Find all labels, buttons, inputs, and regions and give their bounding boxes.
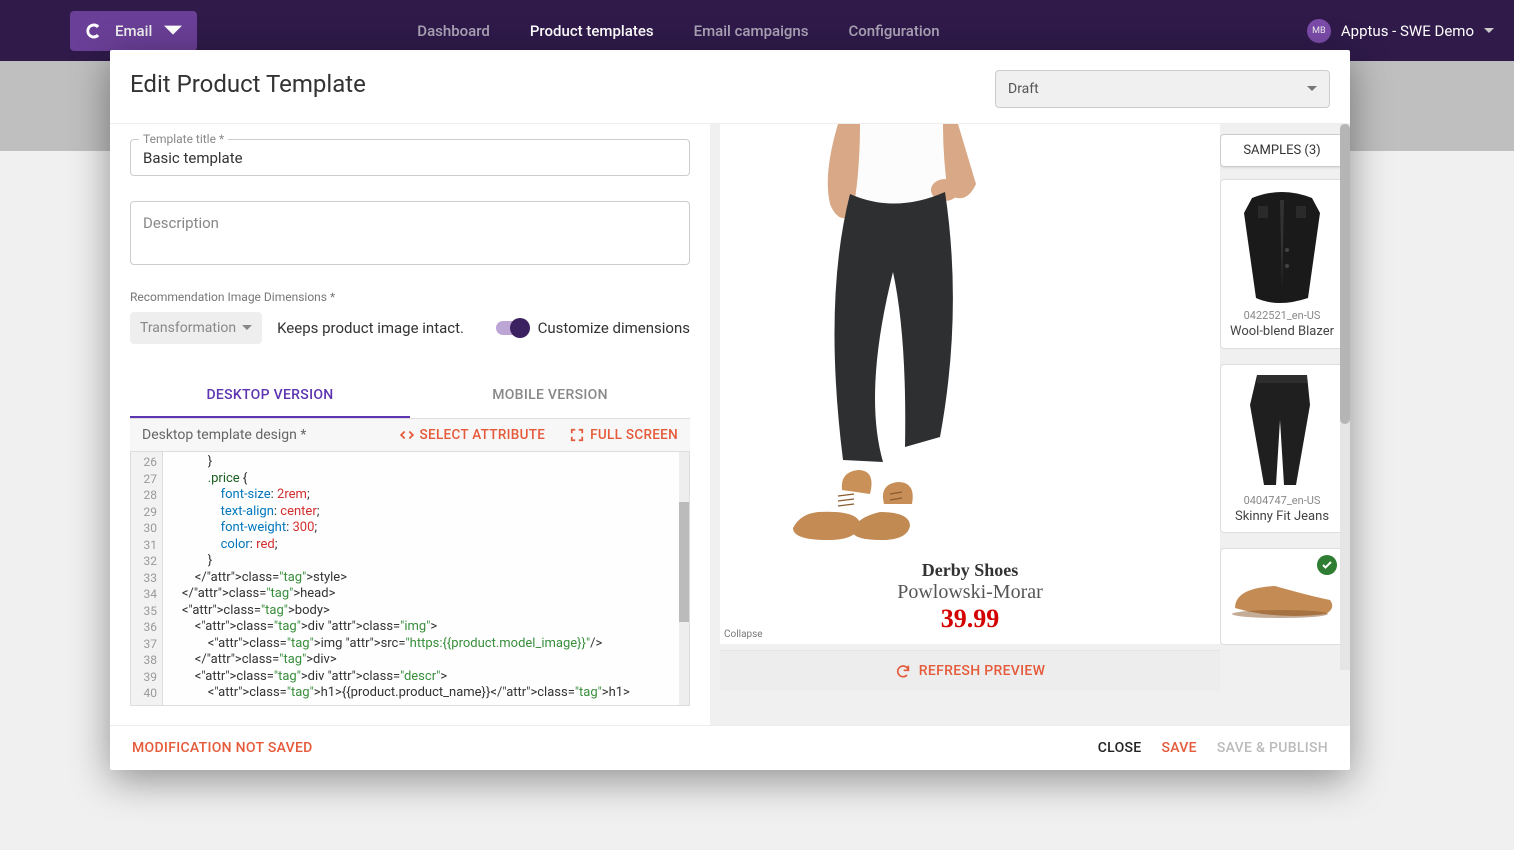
preview-card: Derby Shoes Powlowski-Morar 39.99 Collap… — [720, 124, 1220, 644]
dimensions-row: Transformation Keeps product image intac… — [130, 312, 690, 344]
sample-name: Wool-blend Blazer — [1224, 324, 1340, 340]
sample-item-jeans[interactable]: 0404747_en-US Skinny Fit Jeans — [1220, 364, 1344, 534]
samples-button[interactable]: SAMPLES (3) — [1220, 134, 1344, 167]
chevron-down-icon — [242, 323, 252, 333]
customize-toggle[interactable]: Customize dimensions — [496, 319, 690, 337]
code-scrollbar[interactable] — [679, 452, 689, 705]
title-input[interactable] — [143, 149, 677, 167]
samples-panel: SAMPLES (3) 0422521_en-US Wool-blend Bla… — [1220, 124, 1350, 725]
brand-dropdown[interactable]: Email — [70, 11, 197, 51]
brand-label: Email — [115, 22, 152, 40]
description-input[interactable] — [143, 214, 677, 258]
transformation-dropdown[interactable]: Transformation — [130, 312, 262, 344]
title-label: Template title * — [139, 132, 228, 146]
sample-name: Skinny Fit Jeans — [1224, 509, 1340, 525]
save-button[interactable]: SAVE — [1162, 740, 1197, 756]
nav-link-product-templates[interactable]: Product templates — [530, 22, 654, 40]
sample-id: 0404747_en-US — [1224, 494, 1340, 507]
keeps-intact-label: Keeps product image intact. — [277, 319, 464, 337]
right-scrollbar[interactable] — [1340, 124, 1350, 670]
modal-header: Edit Product Template Draft — [110, 50, 1350, 123]
tab-mobile[interactable]: MOBILE VERSION — [410, 374, 690, 418]
status-value: Draft — [1008, 81, 1039, 97]
modal-footer: MODIFICATION NOT SAVED CLOSE SAVE SAVE &… — [110, 725, 1350, 770]
nav-links: Dashboard Product templates Email campai… — [417, 22, 939, 40]
product-illustration — [720, 124, 1065, 554]
fullscreen-icon — [570, 428, 584, 442]
dimensions-label: Recommendation Image Dimensions * — [130, 290, 690, 304]
sample-image — [1224, 185, 1340, 305]
full-screen-button[interactable]: FULL SCREEN — [570, 427, 678, 443]
refresh-icon — [895, 663, 911, 679]
collapse-button[interactable]: Collapse — [724, 629, 763, 640]
chevron-down-icon — [1307, 84, 1317, 94]
toggle-switch[interactable] — [496, 321, 528, 335]
editor-header: Desktop template design * SELECT ATTRIBU… — [130, 419, 690, 451]
tab-desktop[interactable]: DESKTOP VERSION — [130, 374, 410, 418]
line-gutter: 262728293031323334353637383940 — [131, 452, 163, 705]
brand-logo-icon — [85, 22, 103, 40]
code-content[interactable]: } .price { font-size: 2rem; text-align: … — [163, 452, 689, 704]
modal-body: Template title * Recommendation Image Di… — [110, 123, 1350, 725]
unsaved-warning: MODIFICATION NOT SAVED — [132, 740, 313, 756]
transformation-label: Transformation — [140, 320, 236, 336]
chevron-down-icon — [164, 22, 182, 40]
sample-image — [1224, 569, 1340, 624]
preview-text: Derby Shoes Powlowski-Morar 39.99 — [720, 554, 1220, 644]
right-column: Derby Shoes Powlowski-Morar 39.99 Collap… — [710, 124, 1350, 725]
close-button[interactable]: CLOSE — [1098, 740, 1142, 756]
nav-link-configuration[interactable]: Configuration — [849, 22, 940, 40]
code-editor[interactable]: 262728293031323334353637383940 } .price … — [130, 451, 690, 706]
left-column: Template title * Recommendation Image Di… — [110, 124, 710, 725]
nav-link-dashboard[interactable]: Dashboard — [417, 22, 490, 40]
sample-item-shoe[interactable] — [1220, 548, 1344, 645]
code-icon — [400, 428, 414, 442]
status-dropdown[interactable]: Draft — [995, 70, 1330, 108]
modal-title: Edit Product Template — [130, 70, 366, 98]
save-publish-button[interactable]: SAVE & PUBLISH — [1217, 740, 1328, 756]
title-field-wrapper: Template title * — [130, 139, 690, 176]
refresh-preview-button[interactable]: REFRESH PREVIEW — [720, 650, 1220, 691]
select-attribute-button[interactable]: SELECT ATTRIBUTE — [400, 427, 546, 443]
account-menu[interactable]: MB Apptus - SWE Demo — [1307, 19, 1494, 43]
preview-price: 39.99 — [720, 604, 1220, 634]
preview-panel: Derby Shoes Powlowski-Morar 39.99 Collap… — [710, 124, 1220, 725]
avatar: MB — [1307, 19, 1331, 43]
chevron-down-icon — [1484, 26, 1494, 36]
preview-product-name: Derby Shoes — [720, 560, 1220, 581]
description-field-wrapper — [130, 201, 690, 265]
sample-id: 0422521_en-US — [1224, 309, 1340, 322]
sample-image — [1224, 370, 1340, 490]
version-tabs: DESKTOP VERSION MOBILE VERSION — [130, 374, 690, 419]
sample-item-blazer[interactable]: 0422521_en-US Wool-blend Blazer — [1220, 179, 1344, 349]
preview-brand: Powlowski-Morar — [720, 581, 1220, 604]
editor-label: Desktop template design * — [142, 427, 306, 443]
product-image — [720, 124, 1065, 554]
account-name: Apptus - SWE Demo — [1341, 22, 1474, 40]
customize-label: Customize dimensions — [538, 319, 690, 337]
nav-link-email-campaigns[interactable]: Email campaigns — [694, 22, 809, 40]
edit-template-modal: Edit Product Template Draft Template tit… — [110, 50, 1350, 770]
